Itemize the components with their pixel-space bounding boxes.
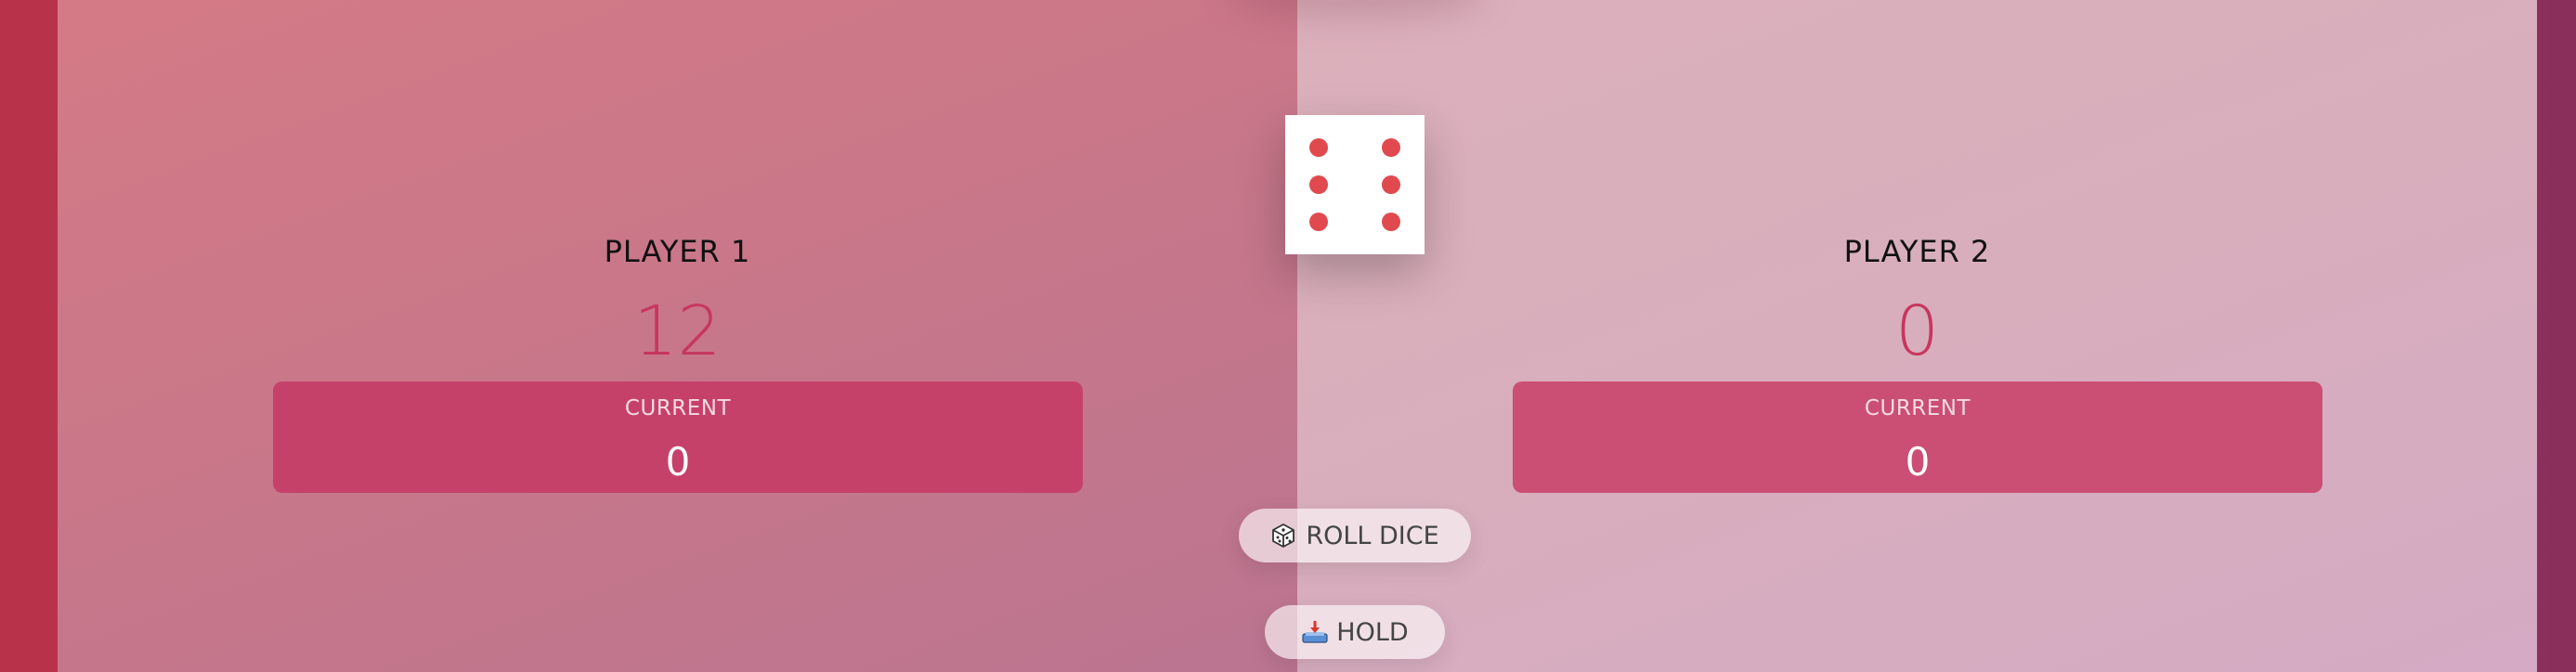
- player-2-current-score: 0: [1905, 439, 1931, 485]
- player-1-current-score: 0: [665, 439, 691, 485]
- dice-six-icon: [1285, 115, 1425, 254]
- die-pip: [1382, 213, 1400, 231]
- hold-button[interactable]: HOLD: [1265, 605, 1445, 659]
- player-2-current-box: CURRENT 0: [1513, 381, 2322, 493]
- player-1-name: PLAYER 1: [604, 234, 751, 269]
- player-1-score: 12: [633, 291, 722, 371]
- player-2-current-label: CURRENT: [1864, 396, 1971, 420]
- player-2-score: 0: [1894, 291, 1940, 371]
- dice-icon: [1270, 523, 1296, 549]
- die-pip: [1309, 138, 1328, 157]
- die-pip: [1309, 213, 1328, 231]
- roll-dice-label: ROLL DICE: [1306, 521, 1439, 550]
- inbox-tray-icon: [1301, 619, 1328, 645]
- die-pip: [1382, 175, 1400, 194]
- game-board: PLAYER 1 12 CURRENT 0 PLAYER 2 0 CURRENT…: [58, 0, 2537, 672]
- roll-dice-button[interactable]: ROLL DICE: [1239, 509, 1471, 562]
- die-pip: [1309, 175, 1328, 194]
- die-pip: [1382, 138, 1400, 157]
- player-1-panel: PLAYER 1 12 CURRENT 0: [58, 0, 1297, 672]
- hold-label: HOLD: [1336, 617, 1409, 647]
- player-1-current-box: CURRENT 0: [273, 381, 1083, 493]
- player-2-panel: PLAYER 2 0 CURRENT 0: [1297, 0, 2537, 672]
- player-2-name: PLAYER 2: [1843, 234, 1991, 269]
- player-1-current-label: CURRENT: [624, 396, 732, 420]
